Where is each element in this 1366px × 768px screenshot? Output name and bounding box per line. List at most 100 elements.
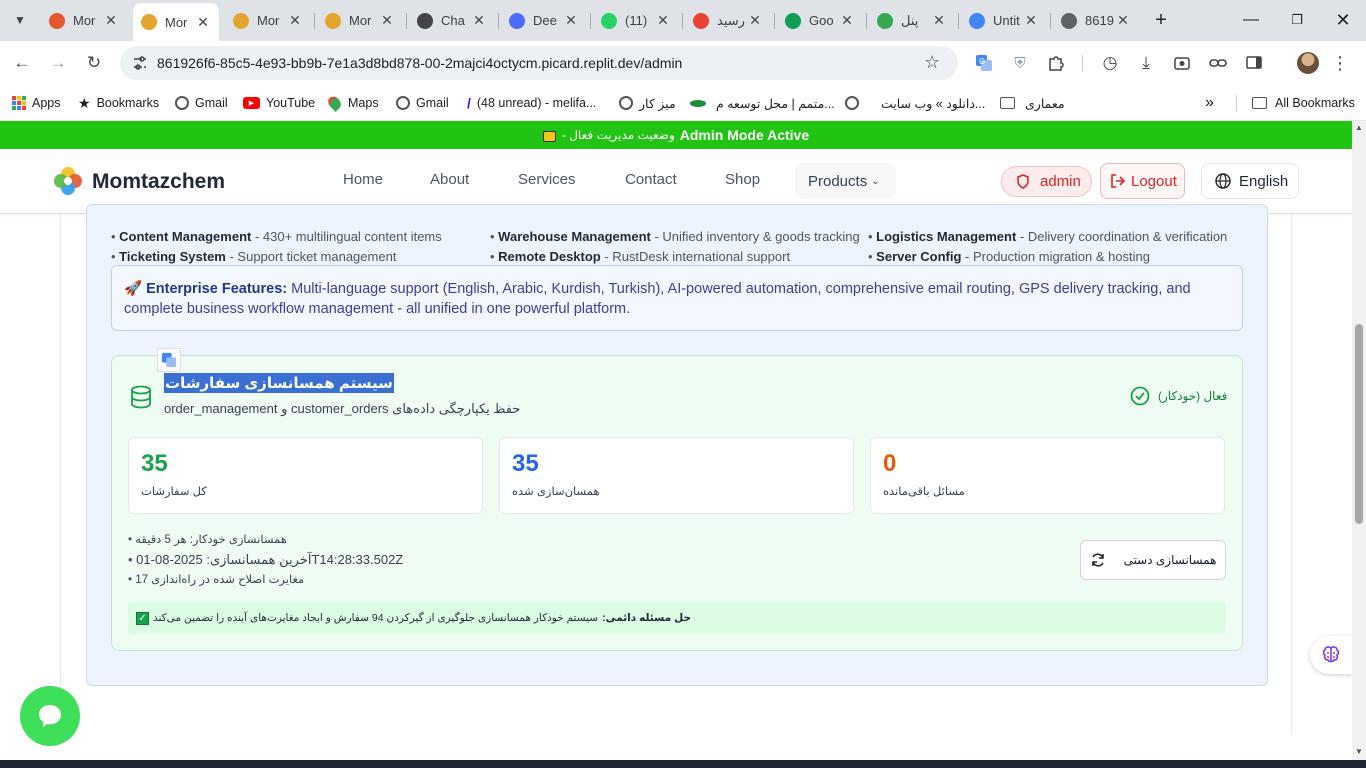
bookmark-gmail[interactable]: Gmail	[175, 92, 228, 114]
browser-tab[interactable]: Mor ✕	[41, 7, 127, 34]
browser-tab[interactable]: Cha ✕	[409, 7, 495, 34]
stat-label: همسان‌سازی شده	[512, 486, 600, 498]
bookmark-gmail-2[interactable]: Gmail	[396, 92, 449, 114]
logout-button[interactable]: Logout	[1100, 163, 1185, 199]
tab-close-icon[interactable]: ✕	[1023, 12, 1039, 29]
new-tab-button[interactable]: +	[1146, 8, 1176, 32]
manual-sync-label: همسانسازی دستی	[1123, 553, 1217, 567]
link-icon[interactable]	[1204, 49, 1232, 77]
gmail-icon	[693, 12, 709, 29]
bookmark-label: Gmail	[416, 96, 449, 110]
tab-close-icon[interactable]: ✕	[655, 12, 671, 29]
reading-mode-icon[interactable]	[1240, 49, 1268, 77]
extension-shield-icon[interactable]: ⛨	[1006, 49, 1034, 77]
history-icon[interactable]: ◷	[1096, 49, 1124, 77]
refresh-icon	[1091, 553, 1104, 567]
momtaz-logo	[325, 12, 341, 29]
language-selector[interactable]: English	[1201, 163, 1299, 199]
products-label: Products	[808, 172, 868, 190]
sync-title: سیستم همسانسازی سفارشات	[164, 373, 394, 393]
tab-title: Mor	[349, 13, 372, 28]
bookmark-bookmarks[interactable]: ★ Bookmarks	[78, 92, 159, 114]
manual-sync-button[interactable]: همسانسازی دستی	[1080, 540, 1226, 580]
close-window-icon[interactable]: ✕	[1328, 8, 1358, 32]
nav-products-dropdown[interactable]: Products ⌄	[795, 163, 896, 199]
reload-icon[interactable]: ↻	[80, 49, 108, 77]
url-text[interactable]: 861926f6-85c5-4e93-bb9b-7e1a3d8bd878-00-…	[157, 55, 682, 71]
admin-badge[interactable]: admin	[1001, 166, 1092, 197]
browser-tab[interactable]: رسید ✕	[685, 7, 771, 34]
all-bookmarks-folder[interactable]: All Bookmarks	[1252, 92, 1355, 114]
translate-icon[interactable]: G	[970, 49, 998, 77]
nav-shop[interactable]: Shop	[725, 171, 760, 188]
stat-value: 0	[883, 450, 897, 477]
download-icon[interactable]: ⤓	[1132, 49, 1160, 77]
browser-tab[interactable]: (11) ✕	[593, 7, 679, 34]
site-info-icon[interactable]	[132, 55, 148, 71]
bookmark-apps[interactable]: Apps	[12, 92, 61, 114]
momtaz-logo	[141, 14, 157, 30]
chat-widget-button[interactable]	[20, 686, 80, 746]
language-label: English	[1239, 172, 1289, 190]
bookmark-download[interactable]: دانلود » وب سایت...	[845, 92, 985, 114]
scroll-up-arrow[interactable]: ▲	[1355, 123, 1363, 132]
bookmark-youtube[interactable]: ▶ YouTube	[243, 92, 315, 114]
nav-services[interactable]: Services	[518, 171, 576, 188]
browser-tab[interactable]: Goo ✕	[777, 7, 863, 34]
bookmark-maps[interactable]: Maps	[325, 92, 379, 114]
tab-close-icon[interactable]: ✕	[1115, 12, 1131, 29]
tab-title: رسید	[717, 12, 745, 28]
browser-tab[interactable]: پنل ✕	[869, 7, 955, 34]
menu-kebab-icon[interactable]: ⋮	[1326, 49, 1354, 77]
restore-icon[interactable]: ❐	[1282, 8, 1312, 32]
tab-close-icon[interactable]: ✕	[379, 12, 395, 29]
tab-close-icon[interactable]: ✕	[563, 12, 579, 29]
tab-close-icon[interactable]: ✕	[471, 12, 487, 29]
bookmarks-overflow-icon[interactable]: »	[1205, 92, 1214, 114]
tab-close-icon[interactable]: ✕	[103, 12, 119, 29]
back-icon[interactable]: ←	[8, 49, 36, 77]
page-scrollbar[interactable]: ▲ ▼	[1352, 121, 1366, 760]
minimize-icon[interactable]: —	[1236, 8, 1266, 32]
nav-contact[interactable]: Contact	[625, 171, 677, 188]
screenshot-icon[interactable]	[1168, 49, 1196, 77]
checkbox-check-icon: ✓	[136, 611, 149, 625]
bookmark-desk[interactable]: میز کار	[619, 92, 676, 114]
extensions-puzzle-icon[interactable]	[1042, 49, 1070, 77]
bookmark-architecture-folder[interactable]: معماری	[1000, 92, 1065, 114]
browser-tab[interactable]: Untit ✕	[961, 7, 1047, 34]
brand-logo[interactable]	[52, 165, 84, 197]
shield-icon	[1017, 174, 1029, 189]
bookmark-yahoo[interactable]: / (48 unread) - melifa...	[467, 92, 596, 114]
scroll-down-arrow[interactable]: ▼	[1355, 747, 1363, 756]
bookmark-star-icon[interactable]: ☆	[924, 52, 940, 73]
nav-about[interactable]: About	[430, 171, 469, 188]
tab-search-icon[interactable]: ▼	[6, 6, 34, 34]
forward-icon[interactable]: →	[44, 49, 72, 77]
lock-icon	[542, 130, 556, 142]
brand-name[interactable]: Momtazchem	[92, 170, 225, 194]
browser-tab[interactable]: 8619 ✕	[1053, 7, 1139, 34]
nav-home[interactable]: Home	[343, 171, 383, 188]
sync-detail-interval: همسانسازی خودکار: هر 5 دقیقه	[128, 532, 287, 546]
tab-close-icon[interactable]: ✕	[931, 12, 947, 29]
browser-tab[interactable]: Dee ✕	[501, 7, 587, 34]
browser-tab[interactable]: Mor ✕	[133, 3, 219, 41]
browser-tab[interactable]: Mor ✕	[317, 7, 403, 34]
tab-close-icon[interactable]: ✕	[287, 12, 303, 29]
tab-close-icon[interactable]: ✕	[747, 12, 763, 29]
bookmark-motamem[interactable]: متمم | محل توسعه م...	[690, 92, 835, 114]
tab-separator	[774, 13, 775, 29]
profile-avatar[interactable]	[1297, 52, 1319, 74]
scrollbar-thumb[interactable]	[1355, 324, 1363, 524]
tab-close-icon[interactable]: ✕	[195, 14, 211, 31]
translate-popup-icon[interactable]	[157, 348, 181, 372]
address-bar[interactable]: 861926f6-85c5-4e93-bb9b-7e1a3d8bd878-00-…	[120, 46, 958, 80]
browser-tab[interactable]: Mor ✕	[225, 7, 311, 34]
folder-icon	[1000, 97, 1015, 109]
deepseek-icon	[509, 12, 525, 29]
bookmark-label: YouTube	[266, 96, 316, 110]
tab-separator	[406, 13, 407, 29]
ai-assistant-button[interactable]	[1310, 636, 1352, 674]
tab-close-icon[interactable]: ✕	[839, 12, 855, 29]
